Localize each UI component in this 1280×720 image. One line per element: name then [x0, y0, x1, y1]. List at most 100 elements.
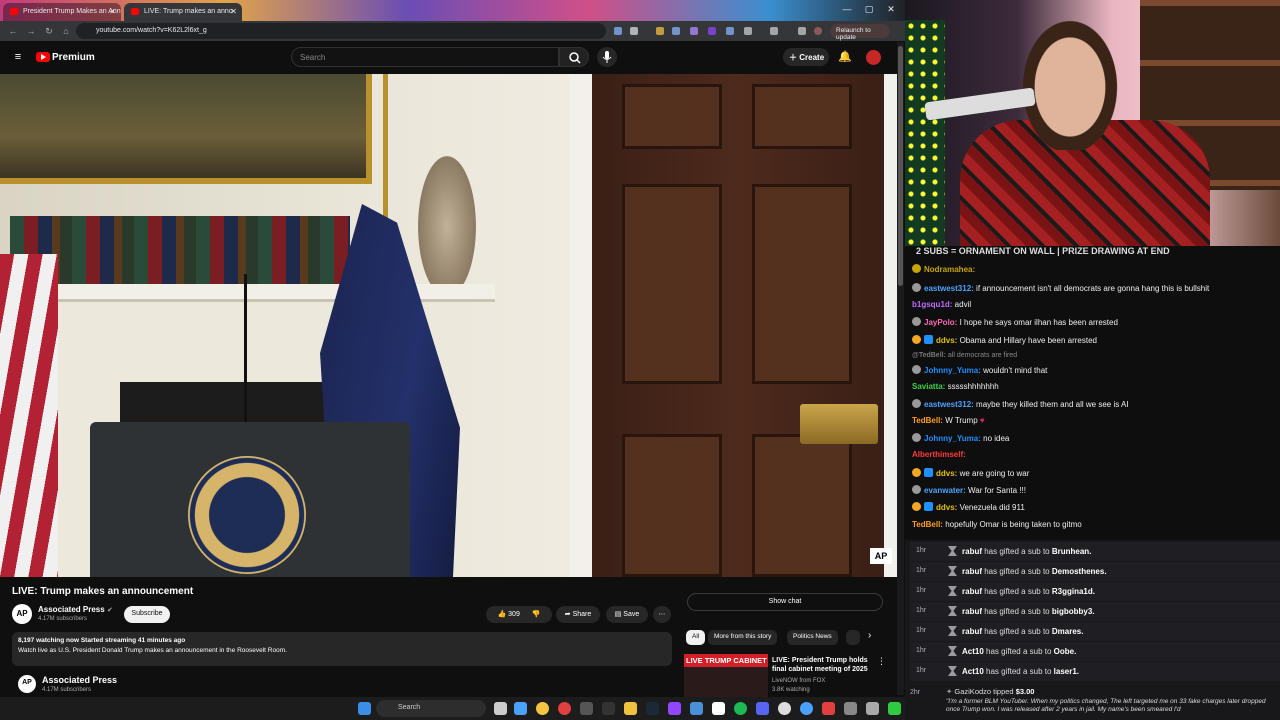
taskbar-app-icon[interactable] [690, 702, 703, 715]
extension-icon[interactable] [614, 27, 622, 35]
dislike-icon[interactable]: 👎 [532, 611, 541, 618]
tab-president-trump[interactable]: President Trump Makes an Ann ✕ [3, 3, 121, 21]
gift-recipient[interactable]: Brunhean. [1052, 547, 1092, 556]
chrome-icon[interactable] [558, 702, 571, 715]
chat-username[interactable]: JayPolo: [924, 318, 957, 327]
youtube-logo-icon[interactable] [36, 52, 50, 62]
hamburger-menu-icon[interactable]: ≡ [13, 52, 23, 63]
file-explorer-icon[interactable] [624, 702, 637, 715]
gift-gifter[interactable]: Act10 [962, 647, 984, 656]
chat-username[interactable]: Johnny_Yuma: [924, 366, 981, 375]
gift-gifter[interactable]: rabuf [962, 607, 982, 616]
close-window-icon[interactable]: ✕ [882, 4, 900, 16]
gift-gifter[interactable]: rabuf [962, 627, 982, 636]
steam-icon[interactable] [646, 702, 659, 715]
scrollbar-thumb[interactable] [898, 46, 903, 286]
back-icon[interactable]: ← [8, 26, 18, 36]
taskbar-app-icon[interactable] [822, 702, 835, 715]
search-button[interactable] [559, 47, 589, 67]
video-player[interactable] [0, 74, 897, 577]
extension-icon[interactable] [690, 27, 698, 35]
chat-username[interactable]: b1gsqu1d: [912, 300, 952, 309]
show-chat-button[interactable]: Show chat [687, 593, 883, 611]
chat-username[interactable]: TedBell: [912, 416, 943, 425]
gift-recipient[interactable]: Demosthenes. [1052, 567, 1107, 576]
gift-recipient[interactable]: R3ggina1d. [1052, 587, 1095, 596]
taskbar-app-icon[interactable] [844, 702, 857, 715]
extension-icon[interactable] [798, 27, 806, 35]
chat-username[interactable]: ddvs: [936, 336, 957, 345]
create-button[interactable]: ＋ Create [783, 48, 829, 66]
chat-username[interactable]: eastwest312: [924, 400, 974, 409]
gift-recipient[interactable]: bigbobby3. [1052, 607, 1095, 616]
chip-politics-news[interactable]: Politics News [787, 630, 838, 645]
relaunch-button[interactable]: Relaunch to update [830, 24, 890, 41]
chat-username[interactable]: @TedBell: [912, 352, 946, 359]
gift-recipient[interactable]: Dmares. [1052, 627, 1084, 636]
extensions-puzzle-icon[interactable] [744, 27, 752, 35]
voice-search-button[interactable] [597, 47, 617, 67]
recommendation-channel[interactable]: LiveNOW from FOX [772, 678, 825, 684]
taskbar-app-icon[interactable] [756, 702, 769, 715]
task-view-icon[interactable] [494, 702, 507, 715]
chat-username[interactable]: ddvs: [936, 503, 957, 512]
scrollbar[interactable] [897, 42, 904, 695]
url-field[interactable]: youtube.com/watch?v=K62L2l6xt_g [76, 23, 606, 39]
extension-icon[interactable] [672, 27, 680, 35]
chat-username[interactable]: ddvs: [936, 469, 957, 478]
notifications-bell-icon[interactable]: 🔔 [838, 50, 852, 63]
maximize-icon[interactable]: ▢ [860, 4, 878, 16]
windows-start-icon[interactable] [358, 702, 371, 715]
channel-name[interactable]: Associated Press ✔ [38, 605, 113, 614]
account-avatar[interactable] [866, 50, 881, 65]
chat-username[interactable]: TedBell: [912, 520, 943, 529]
recommendation-title[interactable]: LIVE: President Trump holds final cabine… [772, 656, 872, 674]
tiktok-icon[interactable] [712, 702, 725, 715]
chip-more-from-story[interactable]: More from this story [708, 630, 778, 645]
tab-live-trump[interactable]: LIVE: Trump makes an anno ✕ [124, 3, 242, 21]
profile-avatar[interactable] [814, 27, 822, 35]
chrome-icon[interactable] [536, 702, 549, 715]
save-button[interactable]: ▤ Save [606, 606, 648, 623]
gift-gifter[interactable]: rabuf [962, 567, 982, 576]
gift-gifter[interactable]: rabuf [962, 587, 982, 596]
minimize-icon[interactable]: — [838, 4, 856, 16]
taskbar-app-icon[interactable] [602, 702, 615, 715]
more-vert-icon[interactable]: ⋮ [877, 656, 886, 667]
chat-username[interactable]: evanwater: [924, 486, 966, 495]
like-button[interactable]: 👍 309 [497, 611, 519, 618]
taskbar-app-icon[interactable] [778, 702, 791, 715]
chip-all[interactable]: All [686, 630, 706, 645]
chat-username[interactable]: eastwest312: [924, 284, 974, 293]
taskbar-app-icon[interactable] [888, 702, 901, 715]
forward-icon[interactable]: → [26, 26, 36, 36]
tip-user[interactable]: GaziKodzo [954, 687, 991, 696]
spotify-icon[interactable] [734, 702, 747, 715]
chip-overflow[interactable] [846, 630, 860, 645]
share-button[interactable]: ➦ Share [556, 606, 600, 623]
extension-icon[interactable] [726, 27, 734, 35]
twitch-icon[interactable] [668, 702, 681, 715]
subscribe-button[interactable]: Subscribe [124, 606, 170, 623]
taskbar-app-icon[interactable] [866, 702, 879, 715]
taskbar-app-icon[interactable] [800, 702, 813, 715]
gift-gifter[interactable]: Act10 [962, 667, 984, 676]
channel-card-avatar[interactable]: AP [18, 675, 36, 693]
chat-username[interactable]: Nodramahea: [924, 265, 975, 274]
close-tab-icon[interactable]: ✕ [109, 7, 116, 16]
extension-icon[interactable] [656, 27, 664, 35]
twitch-extension-icon[interactable] [708, 27, 716, 35]
close-tab-icon[interactable]: ✕ [230, 7, 237, 16]
chat-username[interactable]: Johnny_Yuma: [924, 434, 981, 443]
taskbar-app-icon[interactable] [514, 702, 527, 715]
channel-card-name[interactable]: Associated Press [42, 675, 117, 685]
chevron-right-icon[interactable]: › [868, 630, 871, 641]
reload-icon[interactable]: ↻ [44, 26, 54, 36]
bookmark-star-icon[interactable] [630, 27, 638, 35]
chat-username[interactable]: Saviatta: [912, 382, 945, 391]
home-icon[interactable]: ⌂ [61, 26, 71, 36]
taskbar-search[interactable]: Search [376, 700, 486, 717]
search-input[interactable]: Search [291, 47, 559, 67]
more-actions-icon[interactable]: ⋯ [653, 606, 671, 623]
chat-username[interactable]: Alberthimself: [912, 450, 966, 459]
